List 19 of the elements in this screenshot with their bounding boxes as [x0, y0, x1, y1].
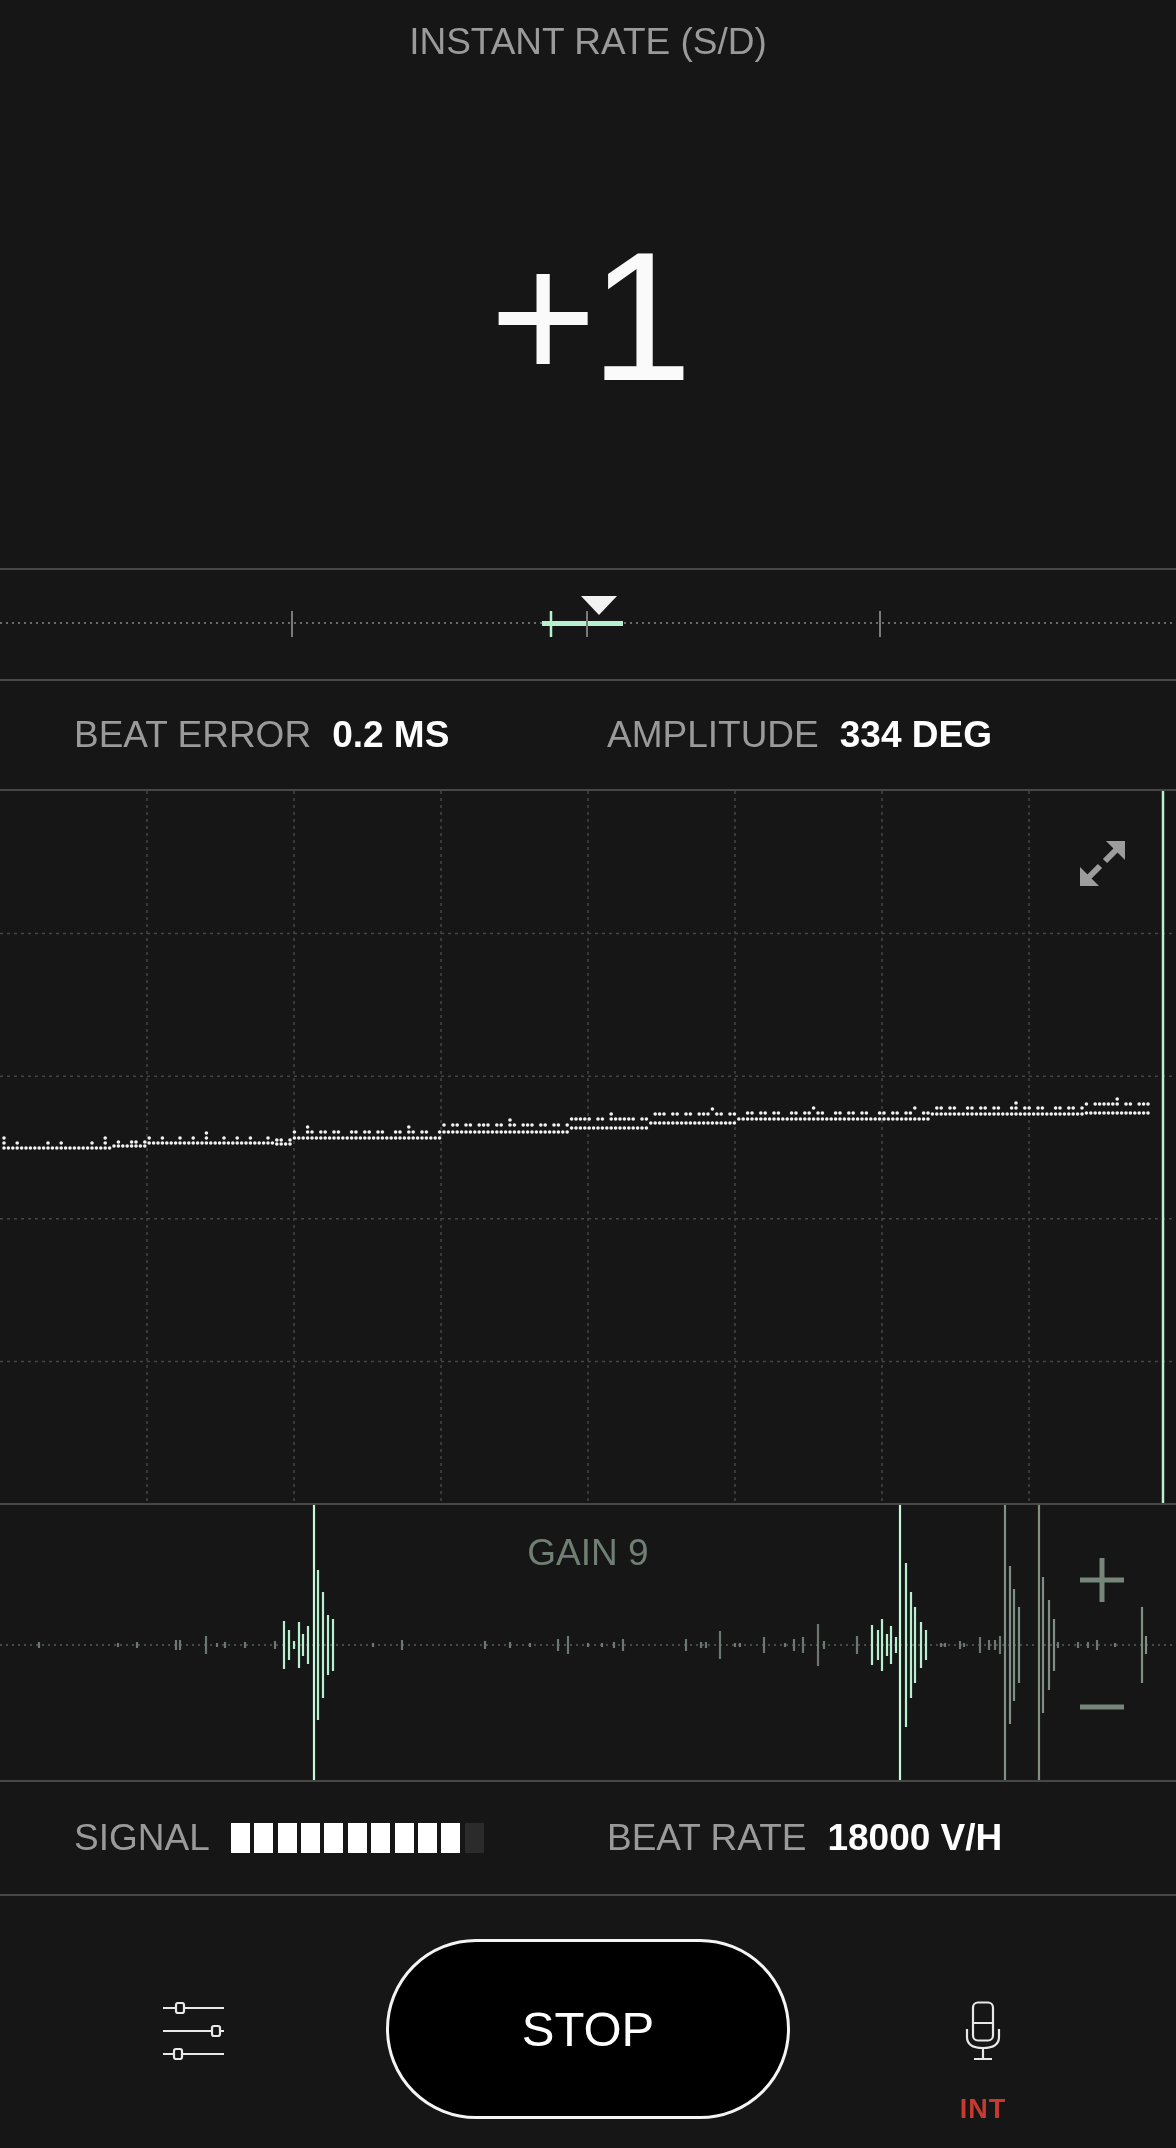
marker-icon: [581, 596, 617, 615]
rate-reading: +1: [489, 222, 687, 412]
scale-tick: [879, 610, 881, 638]
stop-button[interactable]: STOP: [386, 1939, 790, 2119]
expand-icon[interactable]: [1080, 841, 1125, 886]
gain-label: GAIN 9: [527, 1531, 649, 1575]
readout-value: 18000 V/H: [827, 1816, 1003, 1860]
stat-label: BEAT ERROR: [74, 713, 312, 757]
plus-icon[interactable]: [1080, 1558, 1124, 1602]
screen-title: INSTANT RATE (S/D): [409, 20, 767, 64]
readout-label: BEAT RATE: [607, 1816, 807, 1860]
scale-tick: [291, 610, 293, 638]
scale-tick: [586, 610, 588, 638]
stat-label: AMPLITUDE: [607, 713, 819, 757]
readout-label: SIGNAL: [74, 1816, 210, 1860]
settings-icon[interactable]: [162, 2002, 224, 2060]
microphone-icon: [965, 2001, 1001, 2061]
stat-value: 0.2 MS: [332, 713, 450, 757]
stat-value: 334 DEG: [839, 713, 992, 757]
